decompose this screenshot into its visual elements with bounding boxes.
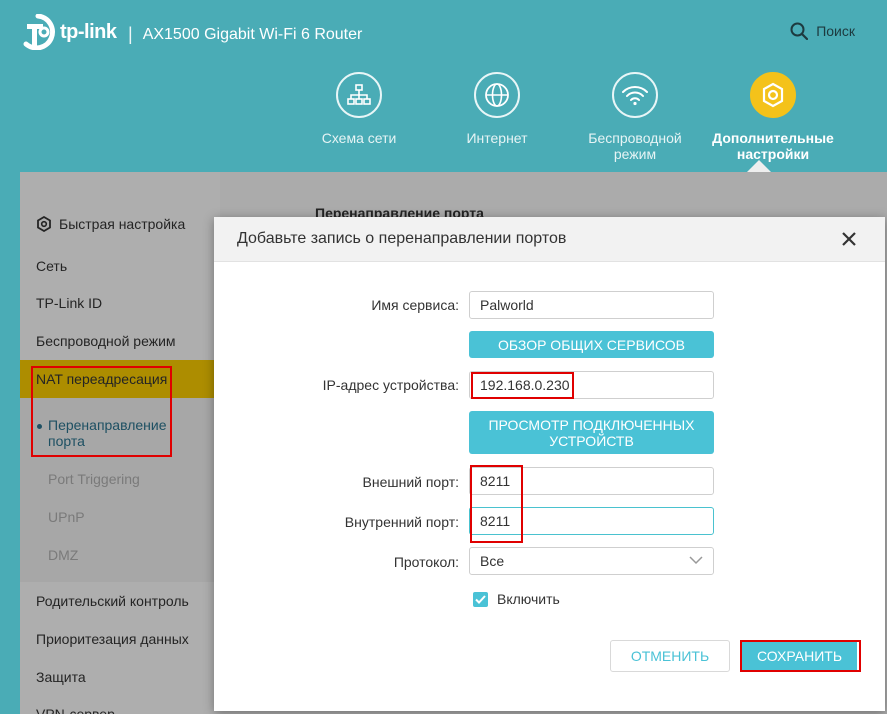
view-connected-devices-button[interactable]: ПРОСМОТР ПОДКЛЮЧЕННЫХ УСТРОЙСТВ — [469, 411, 714, 454]
nav-advanced[interactable]: Дополнительные настройки — [704, 72, 842, 162]
protocol-label: Протокол: — [393, 554, 459, 570]
dialog-title: Добавьте запись о перенаправлении портов — [237, 230, 567, 247]
chevron-down-icon — [689, 556, 703, 565]
highlight-ports-annotation — [470, 465, 523, 543]
router-model: AX1500 Gigabit Wi-Fi 6 Router — [142, 25, 363, 43]
search-button[interactable]: Поиск — [790, 22, 855, 40]
search-label: Поиск — [816, 23, 855, 39]
service-name-input[interactable]: Palworld — [469, 291, 714, 319]
dialog-header: Добавьте запись о перенаправлении портов — [214, 217, 885, 262]
enable-label: Включить — [497, 591, 560, 607]
protocol-select[interactable]: Все — [469, 547, 714, 575]
cancel-button[interactable]: ОТМЕНИТЬ — [610, 640, 730, 672]
nav-network-map[interactable]: Схема сети — [290, 72, 428, 162]
highlight-save-annotation — [740, 640, 861, 672]
internal-port-label: Внутренний порт: — [344, 514, 459, 530]
protocol-value: Все — [480, 553, 505, 569]
enable-checkbox-row[interactable]: Включить — [473, 591, 560, 607]
globe-icon — [474, 72, 520, 118]
highlight-nat-annotation — [31, 366, 172, 457]
browse-common-services-button[interactable]: ОБЗОР ОБЩИХ СЕРВИСОВ — [469, 331, 714, 358]
wifi-icon — [612, 72, 658, 118]
service-name-value: Palworld — [480, 297, 534, 313]
search-icon — [790, 22, 809, 40]
tp-link-logo[interactable]: tp-link — [20, 13, 117, 51]
gear-icon — [750, 72, 796, 118]
nav-wireless[interactable]: Беспроводной режим — [566, 72, 704, 162]
nav-internet[interactable]: Интернет — [428, 72, 566, 162]
external-port-label: Внешний порт: — [362, 474, 460, 490]
model-title: | AX1500 Gigabit Wi-Fi 6 Router — [118, 24, 362, 45]
device-ip-label: IP-адрес устройства: — [322, 377, 459, 393]
nav-label: Схема сети — [321, 130, 397, 146]
close-icon[interactable] — [839, 229, 859, 249]
checkmark-icon — [475, 594, 486, 604]
enable-checkbox[interactable] — [473, 591, 488, 607]
highlight-ip-annotation — [471, 372, 574, 399]
nav-label: Интернет — [466, 130, 528, 146]
nav-label: Беспроводной режим — [588, 130, 682, 162]
add-port-forwarding-dialog: Добавьте запись о перенаправлении портов… — [214, 217, 885, 711]
network-map-icon — [336, 72, 382, 118]
brand-name: tp-link — [60, 20, 117, 43]
nav-label: Дополнительные настройки — [712, 130, 834, 162]
tp-link-logo-icon — [20, 13, 56, 51]
service-name-label: Имя сервиса: — [371, 297, 459, 313]
title-separator: | — [128, 24, 133, 44]
top-nav: Схема сети Интернет Беспроводной режим Д… — [290, 72, 842, 162]
